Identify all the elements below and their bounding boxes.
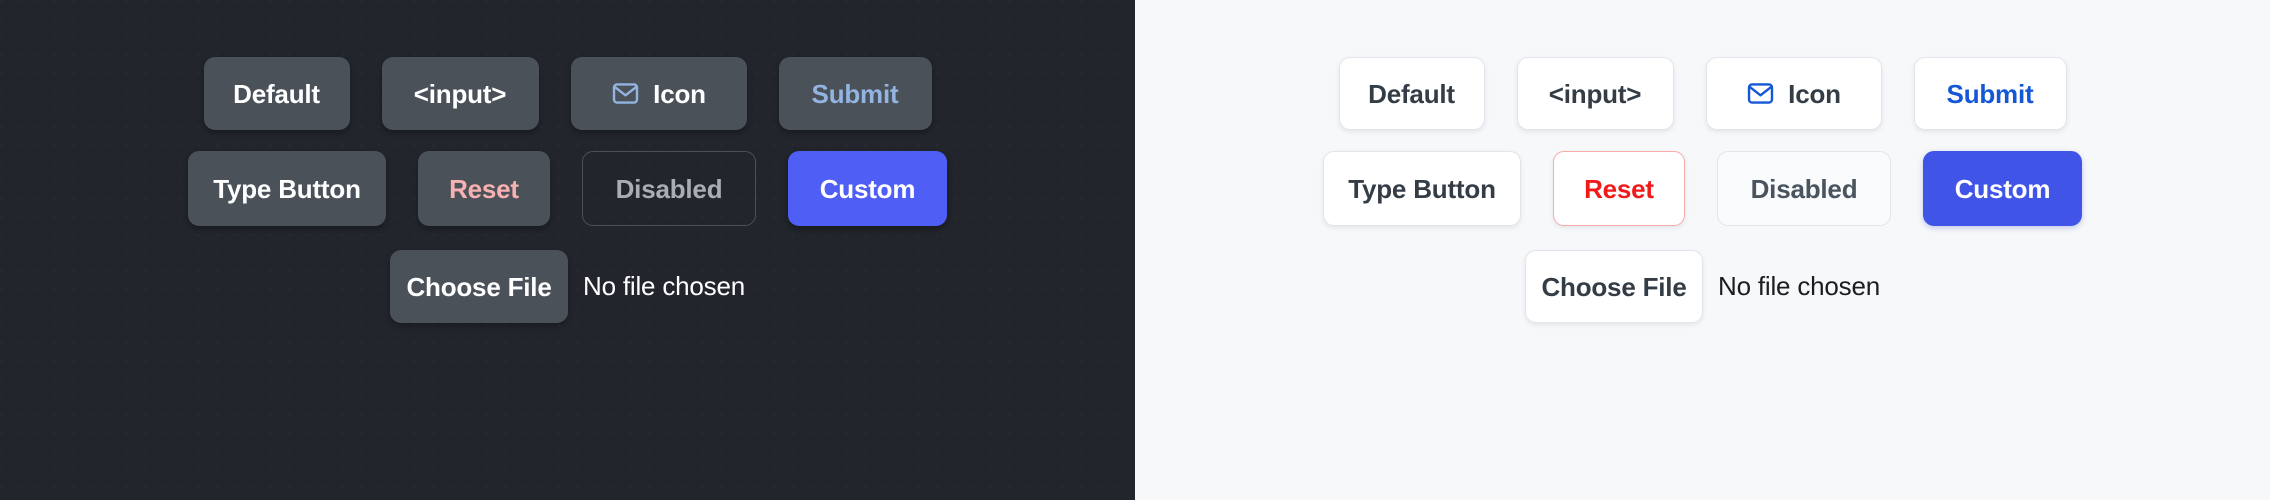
type-button[interactable]: Type Button [1323, 151, 1521, 226]
input-button[interactable]: <input> [381, 57, 539, 130]
icon-button[interactable]: Icon [570, 57, 747, 130]
file-status-text: No file chosen [583, 271, 745, 301]
icon-button-label: Icon [1788, 78, 1841, 109]
disabled-button: Disabled [1717, 151, 1891, 226]
file-input-row: Choose File No file chosen [1525, 250, 1880, 323]
submit-button[interactable]: Submit [1913, 57, 2067, 130]
light-theme-panel: Default <input> Icon Submit Type Button … [1135, 0, 2270, 500]
custom-button[interactable]: Custom [788, 151, 947, 226]
reset-button[interactable]: Reset [1553, 151, 1685, 226]
dark-theme-panel: Default <input> Icon Submit Type Button … [0, 0, 1135, 500]
custom-button[interactable]: Custom [1923, 151, 2082, 226]
button-row-secondary: Type Button Reset Disabled Custom [1323, 151, 2082, 226]
button-row-secondary: Type Button Reset Disabled Custom [188, 151, 947, 226]
input-button[interactable]: <input> [1516, 57, 1674, 130]
icon-button-label: Icon [653, 78, 706, 109]
icon-button[interactable]: Icon [1705, 57, 1882, 130]
mail-icon [1747, 83, 1774, 104]
file-status-text: No file chosen [1718, 271, 1880, 301]
file-input-row: Choose File No file chosen [390, 250, 745, 323]
reset-button[interactable]: Reset [418, 151, 550, 226]
choose-file-button[interactable]: Choose File [1525, 250, 1704, 323]
default-button[interactable]: Default [203, 57, 350, 130]
button-row-primary: Default <input> Icon Submit [203, 57, 932, 130]
default-button[interactable]: Default [1338, 57, 1485, 130]
mail-icon [612, 83, 639, 104]
type-button[interactable]: Type Button [188, 151, 386, 226]
button-row-primary: Default <input> Icon Submit [1338, 57, 2067, 130]
choose-file-button[interactable]: Choose File [390, 250, 569, 323]
submit-button[interactable]: Submit [778, 57, 932, 130]
disabled-button: Disabled [582, 151, 756, 226]
